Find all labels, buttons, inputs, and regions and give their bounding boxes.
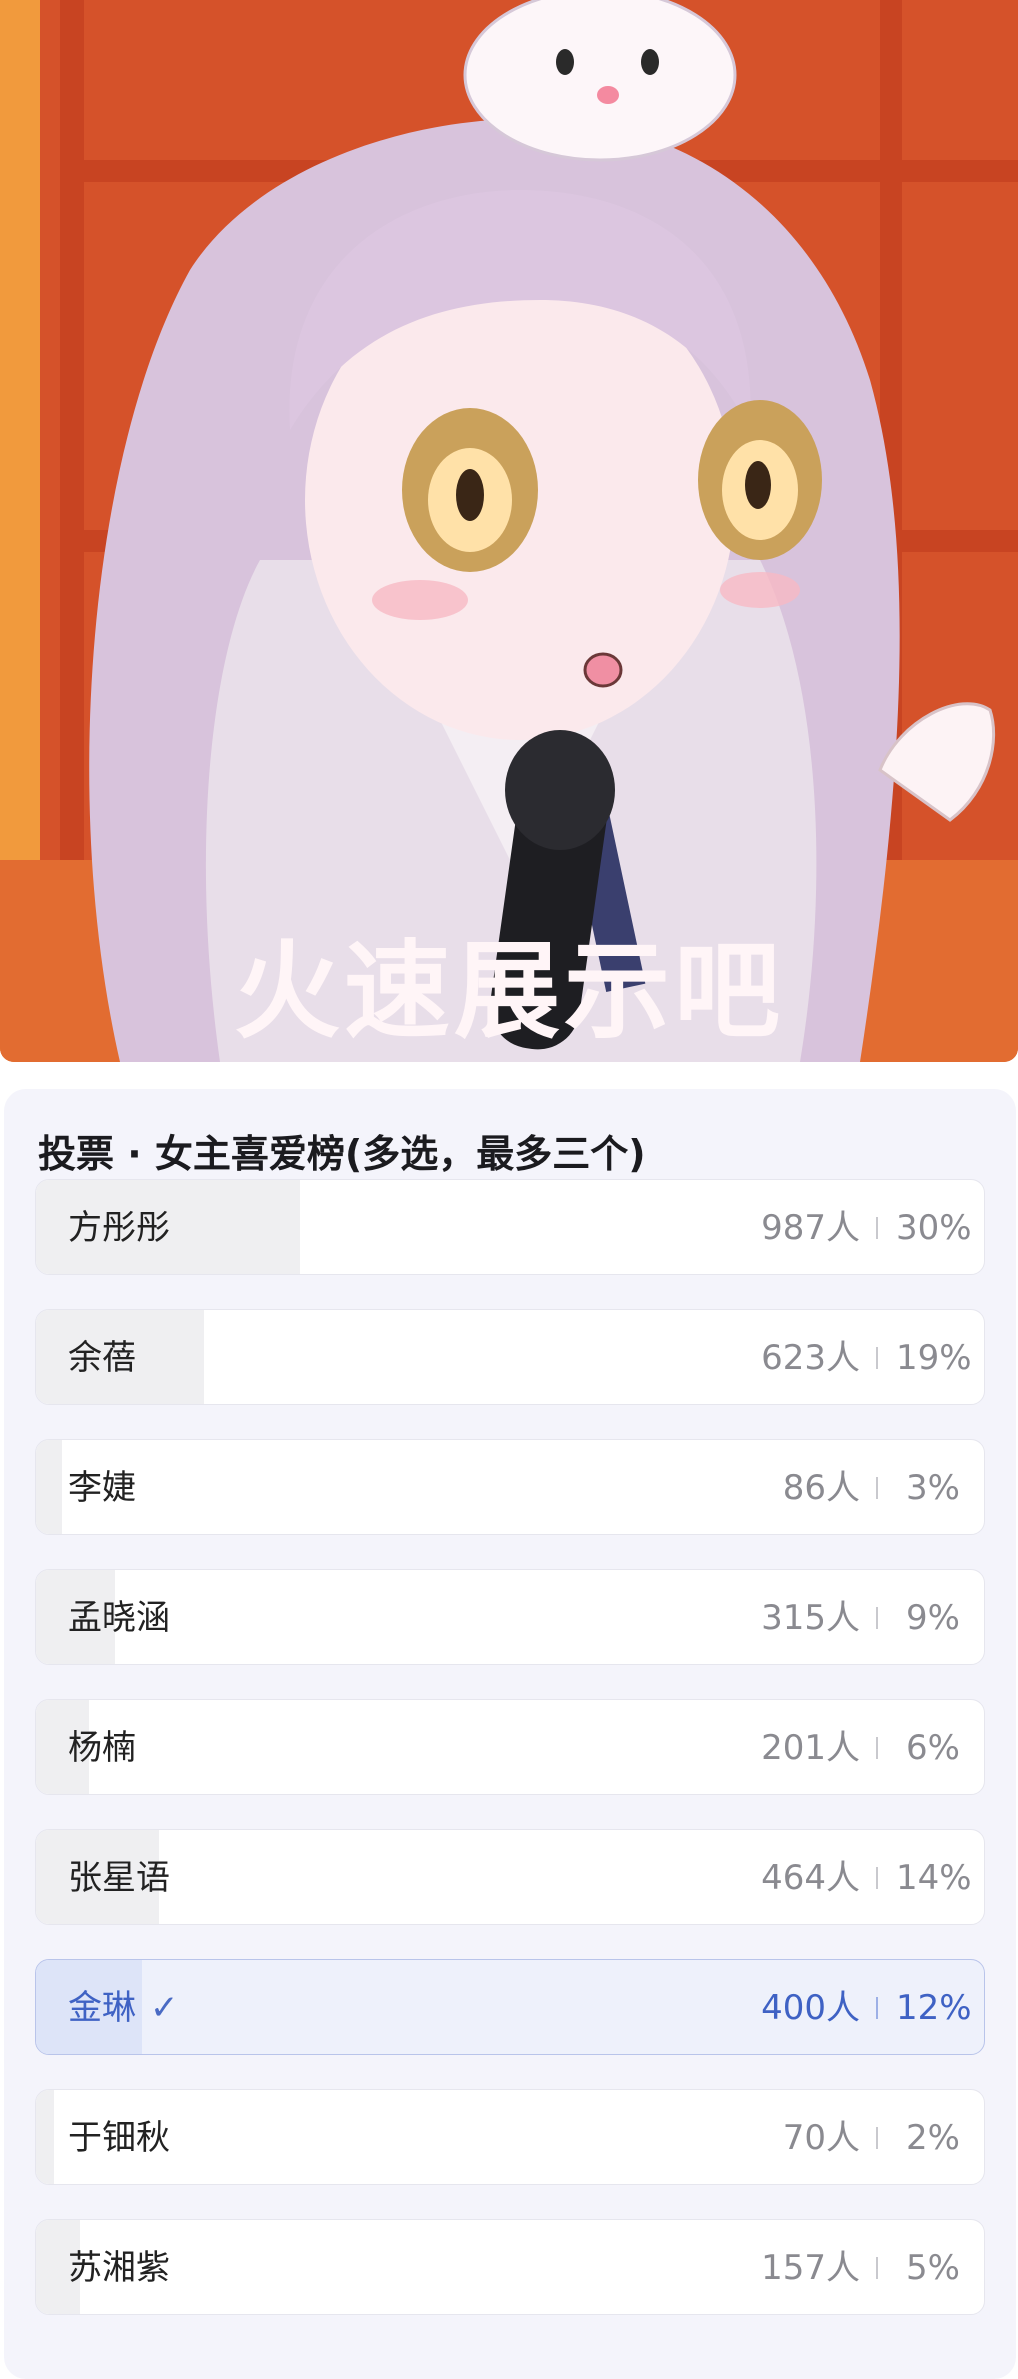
divider	[876, 1607, 878, 1629]
poll-option-percent: 9%	[906, 1598, 960, 1638]
divider	[876, 2257, 878, 2279]
divider	[876, 1347, 878, 1369]
poll-option[interactable]: 孟晓涵 315人 9%	[35, 1569, 985, 1665]
divider	[876, 2127, 878, 2149]
poll-option-votes: 70人	[782, 2118, 860, 2158]
poll-option-name: 李婕	[68, 1468, 136, 1508]
poll-option-votes: 987人	[761, 1208, 860, 1248]
poll-option-stats: 464人 14%	[761, 1830, 972, 1924]
poll-option-name: 于钿秋	[68, 2118, 170, 2158]
poll-option-stats: 987人 30%	[761, 1180, 972, 1274]
poll-option[interactable]: 于钿秋 70人 2%	[35, 2089, 985, 2185]
poll-option-votes: 201人	[761, 1728, 860, 1768]
post-image[interactable]: 火速展示吧	[0, 0, 1018, 1062]
poll-option[interactable]: 方彤彤 987人 30%	[35, 1179, 985, 1275]
poll-option-stats: 157人 5%	[761, 2220, 960, 2314]
poll-option-name: 金琳	[68, 1988, 136, 2028]
poll-option[interactable]: 杨楠 201人 6%	[35, 1699, 985, 1795]
poll-option[interactable]: 余蓓 623人 19%	[35, 1309, 985, 1405]
poll-option-stats: 315人 9%	[761, 1570, 960, 1664]
poll-option-stats: 623人 19%	[761, 1310, 972, 1404]
poll-option-votes: 464人	[761, 1858, 860, 1898]
image-caption: 火速展示吧	[234, 930, 784, 1053]
anime-girl-illustration	[0, 0, 1018, 1062]
poll-option-percent: 6%	[906, 1728, 960, 1768]
poll-option-votes: 400人	[761, 1988, 860, 2028]
poll-option-percent: 12%	[896, 1988, 972, 2028]
divider	[876, 1477, 878, 1499]
divider	[876, 1737, 878, 1759]
poll-option-percent: 14%	[896, 1858, 972, 1898]
divider	[876, 1217, 878, 1239]
poll-option-name: 张星语	[68, 1858, 170, 1898]
poll-option-stats: 70人 2%	[782, 2090, 960, 2184]
poll-option-votes: 86人	[782, 1468, 860, 1508]
poll-option[interactable]: 李婕 86人 3%	[35, 1439, 985, 1535]
poll-option-percent: 2%	[906, 2118, 960, 2158]
poll-option[interactable]: 金琳 ✓ 400人 12%	[35, 1959, 985, 2055]
poll-option-stats: 400人 12%	[761, 1960, 972, 2054]
poll-card: 投票 · 女主喜爱榜(多选，最多三个) 方彤彤 987人 30% 余蓓 623人 19% 李…	[4, 1089, 1016, 2379]
poll-option-percent: 3%	[906, 1468, 960, 1508]
poll-option-name: 苏湘紫	[68, 2248, 170, 2288]
poll-option-bar	[36, 1440, 63, 1534]
poll-option-percent: 30%	[896, 1208, 972, 1248]
poll-option-stats: 86人 3%	[782, 1440, 960, 1534]
poll-option[interactable]: 苏湘紫 157人 5%	[35, 2219, 985, 2315]
divider	[876, 1997, 878, 2019]
poll-option-name: 杨楠	[68, 1728, 136, 1768]
poll-option-name: 方彤彤	[68, 1208, 170, 1248]
divider	[876, 1867, 878, 1889]
poll-option-votes: 315人	[761, 1598, 860, 1638]
poll-option-votes: 157人	[761, 2248, 860, 2288]
poll-title: 投票 · 女主喜爱榜(多选，最多三个)	[38, 1132, 646, 1176]
poll-option[interactable]: 张星语 464人 14%	[35, 1829, 985, 1925]
poll-option-name: 余蓓	[68, 1338, 136, 1378]
poll-option-bar	[36, 2090, 54, 2184]
poll-option-percent: 5%	[906, 2248, 960, 2288]
checkmark-icon: ✓	[150, 1988, 179, 2028]
poll-option-percent: 19%	[896, 1338, 972, 1378]
poll-option-name: 孟晓涵	[68, 1598, 170, 1638]
poll-option-votes: 623人	[761, 1338, 860, 1378]
poll-option-stats: 201人 6%	[761, 1700, 960, 1794]
